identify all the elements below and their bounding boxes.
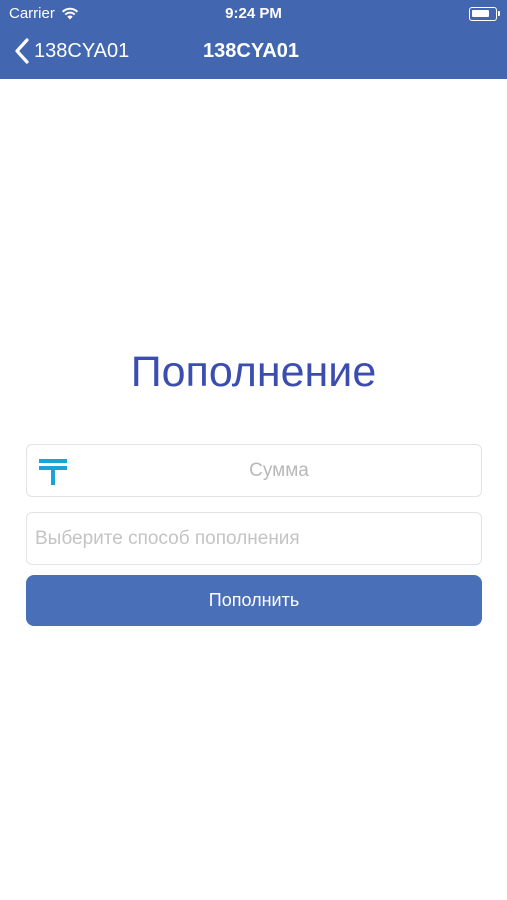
back-button-label: 138CYA01: [34, 39, 130, 62]
top-up-button[interactable]: Пополнить: [26, 575, 482, 626]
payment-method-field[interactable]: [26, 512, 482, 565]
status-time: 9:24 PM: [225, 5, 282, 22]
battery-level: [472, 10, 489, 17]
amount-field[interactable]: [26, 444, 482, 497]
tenge-icon: [39, 459, 67, 485]
navigation-bar: 138CYA01 138CYA01: [0, 28, 507, 79]
battery-icon: [469, 7, 500, 21]
nav-title: 138CYA01: [203, 40, 300, 62]
payment-method-input[interactable]: [35, 513, 475, 564]
back-button[interactable]: 138CYA01: [14, 38, 129, 64]
amount-input[interactable]: [87, 445, 471, 496]
chevron-left-icon: [15, 38, 29, 64]
status-bar: Carrier 9:24 PM: [0, 0, 507, 28]
top-bar: Carrier 9:24 PM 138CYA01 138CYA01: [0, 0, 507, 79]
page-title: Пополнение: [130, 348, 377, 396]
